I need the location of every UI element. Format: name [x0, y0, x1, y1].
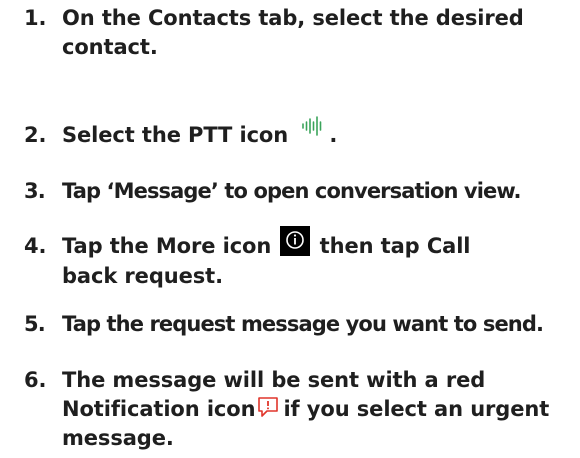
step-content: Select the PTT icon . — [62, 116, 574, 150]
step-text-line2-end: if you select an urgent — [283, 397, 550, 421]
step-4: 4. Tap the More icon then tap Call back … — [24, 226, 574, 291]
step-text: On the Contacts tab, select the desired … — [62, 6, 524, 59]
step-1: 1. On the Contacts tab, select the desir… — [24, 4, 574, 62]
step-text-line3: message. — [62, 426, 174, 450]
step-number: 3. — [24, 179, 46, 203]
more-info-icon — [280, 226, 311, 256]
step-number: 4. — [24, 234, 47, 258]
step-text-end: . — [329, 123, 338, 147]
ptt-waveform-icon — [299, 113, 325, 139]
step-text-line1: The message will be sent with a red — [62, 368, 486, 392]
step-text: Tap the request message you want to send… — [62, 312, 544, 336]
step-number: 6. — [24, 368, 47, 392]
step-text-continued: then tap Call — [319, 234, 471, 258]
step-content: The message will be sent with a red Noti… — [62, 366, 574, 453]
step-number: 2. — [24, 123, 47, 147]
step-6: 6. The message will be sent with a red N… — [24, 366, 574, 453]
step-content: Tap the More icon then tap Call back req… — [62, 226, 574, 291]
step-2: 2. Select the PTT icon . — [24, 116, 574, 150]
step-3: 3. Tap ‘Message’ to open conversation vi… — [24, 177, 574, 206]
step-text: Select the PTT icon — [62, 123, 289, 147]
step-number: 5. — [24, 312, 46, 336]
red-notification-icon — [256, 395, 280, 419]
step-text-line2: back request. — [62, 264, 223, 288]
step-text-line2-start: Notification icon — [62, 397, 256, 421]
step-number: 1. — [24, 6, 47, 30]
step-text: Tap the More icon — [62, 234, 272, 258]
step-5: 5. Tap the request message you want to s… — [24, 310, 574, 339]
step-text: Tap ‘Message’ to open conversation view. — [62, 179, 522, 203]
